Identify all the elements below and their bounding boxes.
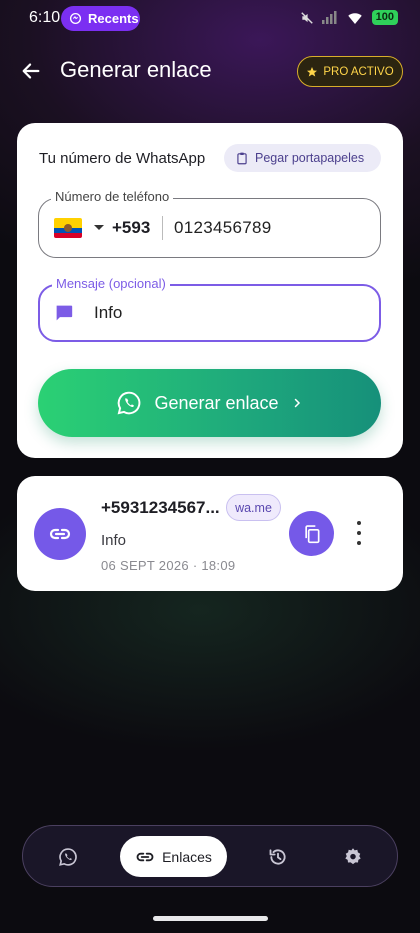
generator-card: Tu número de WhatsApp Pegar portapapeles… <box>17 123 403 458</box>
dot-icon <box>357 521 361 525</box>
signal-icon <box>321 11 337 24</box>
status-time: 6:10 <box>29 9 61 26</box>
message-field-legend: Mensaje (opcional) <box>52 276 170 291</box>
whatsapp-icon <box>59 848 77 866</box>
nav-item-whatsapp[interactable] <box>43 826 93 888</box>
more-options-button[interactable] <box>351 521 367 545</box>
chevron-down-icon[interactable] <box>94 225 104 230</box>
history-icon <box>269 849 286 865</box>
link-phone-number: +5931234567... <box>101 498 220 517</box>
pro-badge[interactable]: PRO ACTIVO <box>297 56 403 87</box>
pro-badge-label: PRO ACTIVO <box>323 65 394 78</box>
clipboard-icon <box>237 152 247 164</box>
recents-icon <box>69 12 82 25</box>
nav-item-settings[interactable] <box>328 826 378 888</box>
whatsapp-number-label: Tu número de WhatsApp <box>39 150 206 167</box>
link-date: 06 SEPT 2026 · 18:09 <box>101 558 236 573</box>
message-input[interactable]: Info <box>94 303 122 323</box>
dot-icon <box>357 531 361 535</box>
recents-label: Recents <box>88 11 139 26</box>
battery-indicator: 100 <box>371 10 398 25</box>
link-history-item[interactable]: +5931234567... wa.me Info 06 SEPT 2026 ·… <box>17 476 403 591</box>
generate-link-label: Generar enlace <box>154 392 279 413</box>
back-button[interactable] <box>18 58 44 84</box>
gear-icon <box>345 848 361 865</box>
copy-icon <box>304 524 319 543</box>
paste-clipboard-button[interactable]: Pegar portapapeles <box>224 144 381 172</box>
message-field[interactable]: Mensaje (opcional) Info <box>38 276 381 342</box>
phone-field-legend: Número de teléfono <box>51 189 174 204</box>
link-avatar <box>34 508 86 560</box>
home-indicator[interactable] <box>153 916 268 921</box>
whatsapp-icon <box>118 391 141 415</box>
copy-button[interactable] <box>289 511 334 556</box>
status-bar: 6:10 Recents 100 <box>0 0 420 36</box>
chevron-right-icon <box>294 398 300 408</box>
link-message: Info <box>101 532 127 549</box>
paste-clipboard-label: Pegar portapapeles <box>255 151 365 165</box>
field-divider <box>162 216 163 240</box>
message-icon <box>56 305 73 321</box>
link-icon <box>49 528 71 540</box>
dot-icon <box>357 541 361 545</box>
arrow-left-icon <box>22 63 40 79</box>
link-icon <box>136 852 154 861</box>
wifi-icon <box>347 12 362 24</box>
phone-field[interactable]: Número de teléfono +593 0123456789 <box>38 189 381 258</box>
dial-code[interactable]: +593 <box>112 218 150 238</box>
nav-item-history[interactable] <box>253 826 303 888</box>
generate-link-button[interactable]: Generar enlace <box>38 369 381 437</box>
domain-badge: wa.me <box>226 494 281 521</box>
ecuador-flag-icon[interactable] <box>54 218 82 238</box>
mute-icon <box>300 11 313 24</box>
bottom-navigation: Enlaces <box>22 825 398 887</box>
nav-item-enlaces[interactable]: Enlaces <box>120 836 227 877</box>
status-icons: 100 <box>300 10 398 25</box>
phone-input[interactable]: 0123456789 <box>174 218 272 238</box>
star-icon <box>307 66 318 76</box>
recents-chip[interactable]: Recents <box>61 6 140 31</box>
page-title: Generar enlace <box>60 57 212 82</box>
nav-item-label: Enlaces <box>162 848 212 865</box>
